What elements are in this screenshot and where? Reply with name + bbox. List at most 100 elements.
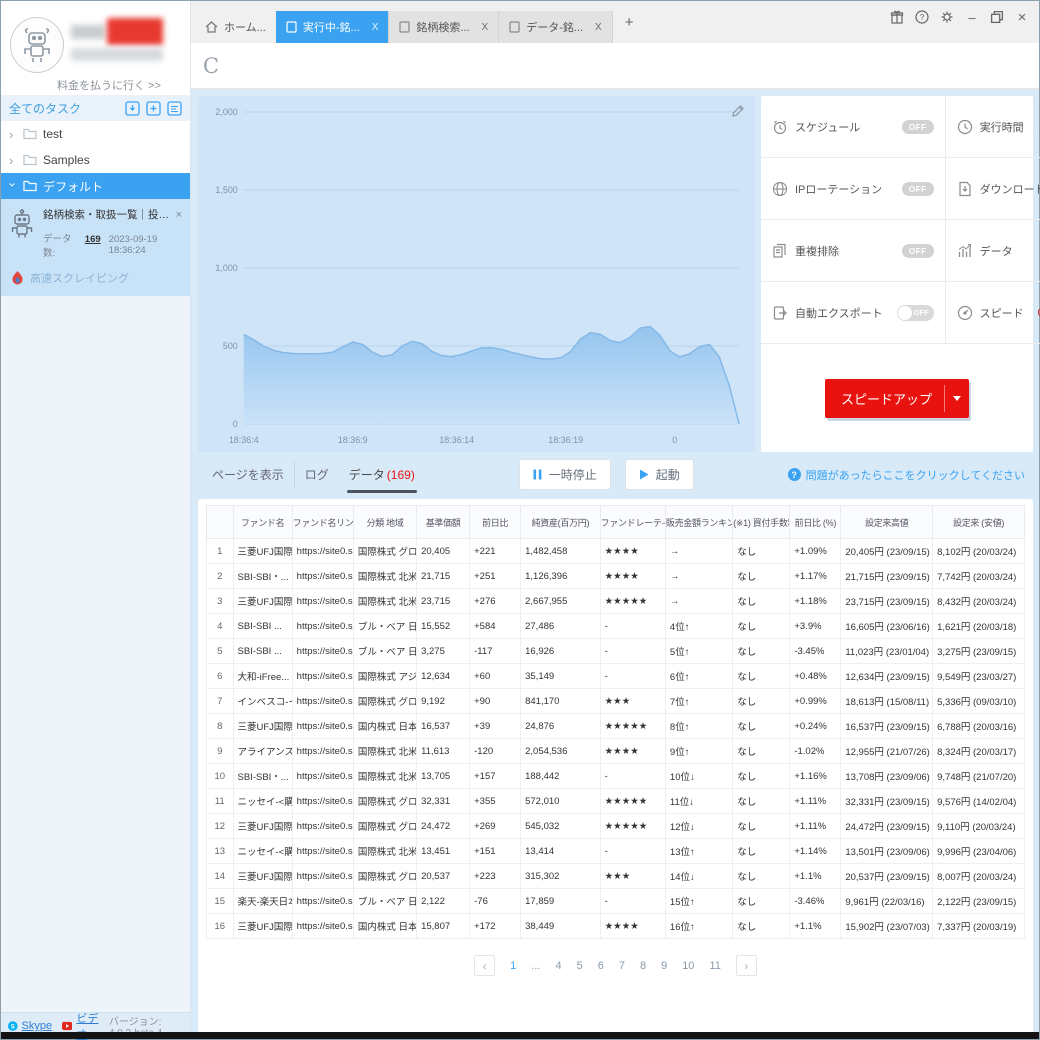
table-row[interactable]: 2SBI-SBI・...https://site0.sbisec...国際株式 … [206, 563, 1025, 589]
tab-close-icon[interactable]: X [595, 22, 602, 33]
table-cell: 3,275 [416, 638, 471, 664]
gift-icon[interactable] [890, 10, 904, 24]
restore-button[interactable] [990, 10, 1004, 24]
table-row[interactable]: 14三菱UFJ国際-...https://site0.sbisec...国際株式… [206, 863, 1025, 889]
add-task-icon[interactable] [146, 100, 161, 116]
table-cell: 6,788円 (20/03/16) [932, 713, 1025, 739]
table-cell: 国際株式 北米 [352, 738, 418, 764]
table-cell: 15,807 [416, 913, 471, 939]
page-next-button[interactable]: › [735, 955, 757, 976]
table-row[interactable]: 10SBI-SBI・...https://site0.sbisec...国際株式… [206, 763, 1025, 789]
settings-gear-icon[interactable] [940, 10, 954, 24]
table-cell: SBI-SBI ... [232, 613, 293, 639]
alarm-clock-icon [773, 120, 787, 134]
sidebar-folder-samples[interactable]: › Samples [1, 147, 190, 173]
help-icon[interactable]: ? [915, 10, 929, 24]
stat-label: 重複排除 [795, 245, 839, 258]
svg-text:0: 0 [672, 435, 677, 445]
table-row[interactable]: 5SBI-SBI ...https://site0.sbisec...ブル・ベア… [206, 638, 1025, 664]
auto-export-toggle[interactable]: OFF [896, 304, 934, 321]
tab-show-page[interactable]: ページを表示 [202, 460, 295, 489]
table-cell: 14位↓ [664, 863, 734, 889]
help-link[interactable]: ? 問題があったらここをクリックしてください [787, 467, 1029, 483]
table-cell: - [599, 888, 666, 914]
tab-data-active[interactable]: データ (169) [339, 461, 425, 493]
task-close-icon[interactable]: × [176, 209, 182, 221]
table-cell: 14 [206, 863, 234, 889]
page-prev-button[interactable]: ‹ [474, 955, 496, 976]
page-number[interactable]: 8 [640, 960, 646, 972]
table-row[interactable]: 9アライアンス-ア...https://site0.sbisec...国際株式 … [206, 738, 1025, 764]
task-card[interactable]: 銘柄検索・取扱一覧｜投資信託・外貨建M... × データ数: 169 2023-… [1, 199, 190, 297]
table-cell: +90 [469, 688, 522, 714]
table-cell: -3.46% [789, 888, 842, 914]
import-task-icon[interactable] [125, 100, 140, 116]
collapse-folders-icon[interactable] [167, 100, 182, 116]
tab-close-icon[interactable]: X [372, 22, 379, 33]
skype-link[interactable]: Skype [22, 1020, 53, 1032]
table-cell: 20,537円 (23/09/15) [840, 863, 934, 889]
table-cell: なし [732, 638, 791, 664]
dedupe-off-badge[interactable]: OFF [901, 243, 934, 258]
page-number[interactable]: 5 [577, 960, 583, 972]
sidebar-folder-default[interactable]: › デフォルト [1, 173, 190, 199]
table-cell: +60 [469, 663, 522, 689]
page-number[interactable]: 1 [510, 960, 516, 972]
close-button[interactable]: × [1015, 9, 1029, 26]
page-number[interactable]: 11 [709, 960, 720, 972]
table-row[interactable]: 8三菱UFJ国際-...https://site0.sbisec...国内株式 … [206, 713, 1025, 739]
schedule-off-badge[interactable]: OFF [901, 119, 934, 134]
folder-icon [23, 128, 37, 140]
tab-label: ホーム... [224, 22, 266, 34]
svg-text:2,000: 2,000 [215, 107, 237, 117]
refresh-spinner-icon[interactable]: C [203, 54, 219, 78]
table-row[interactable]: 6大和-iFree...https://site0.sbisec...国際株式 … [206, 663, 1025, 689]
page-number[interactable]: 7 [619, 960, 625, 972]
tab-data[interactable]: データ-銘... X [499, 11, 613, 43]
table-cell: ★★★★★ [599, 813, 666, 839]
table-cell: なし [732, 613, 791, 639]
page-number[interactable]: 9 [661, 960, 667, 972]
table-row[interactable]: 3三菱UFJ国際-...https://site0.sbisec...国際株式 … [206, 588, 1025, 614]
table-row[interactable]: 16三菱UFJ国際-...https://site0.sbisec...国内株式… [206, 913, 1025, 939]
document-icon [509, 21, 520, 33]
table-row[interactable]: 15楽天-楽天日本株...https://site0.sbisec...ブル・ベ… [206, 888, 1025, 914]
tab-close-icon[interactable]: X [482, 22, 489, 33]
table-cell: 23,715 [416, 588, 471, 614]
table-cell: 15,552 [416, 613, 471, 639]
table-row[interactable]: 12三菱UFJ国際-...https://site0.sbisec...国際株式… [206, 813, 1025, 839]
table-cell: +172 [469, 913, 522, 939]
toolbar: C [191, 43, 1039, 89]
page-number[interactable]: 10 [682, 960, 694, 972]
page-number[interactable]: 6 [598, 960, 604, 972]
sidebar-folder-test[interactable]: › test [1, 121, 190, 147]
pause-button[interactable]: 一時停止 [518, 459, 611, 490]
folder-name: test [43, 127, 63, 141]
minimize-button[interactable]: – [965, 10, 979, 25]
skype-icon: S [8, 1021, 18, 1031]
tab-running-task[interactable]: 実行中-銘... X [275, 11, 390, 43]
table-row[interactable]: 7インベスコ-イン...https://site0.sbisec...国際株式 … [206, 688, 1025, 714]
edit-pencil-icon[interactable] [731, 104, 745, 118]
new-tab-button[interactable]: + [613, 14, 646, 31]
table-row[interactable]: 4SBI-SBI ...https://site0.sbisec...ブル・ベア… [206, 613, 1025, 639]
speedup-dropdown-arrow[interactable] [945, 379, 969, 418]
avatar[interactable] [10, 17, 64, 73]
table-row[interactable]: 11ニッセイ-<購入...https://site0.sbisec...国際株式… [206, 788, 1025, 814]
start-button[interactable]: 起動 [624, 459, 694, 490]
table-cell: 大和-iFree... [232, 663, 293, 689]
speedup-button[interactable]: スピードアップ [824, 378, 969, 418]
tab-stock-search[interactable]: 銘柄検索... X [389, 11, 500, 43]
tab-home[interactable]: ホーム... [195, 11, 276, 43]
table-row[interactable]: 13ニッセイ-<購入...https://site0.sbisec...国際株式… [206, 838, 1025, 864]
folder-name: デフォルト [43, 179, 104, 194]
ip-rotation-off-badge[interactable]: OFF [901, 181, 934, 196]
stat-data: データ 169 [945, 220, 1040, 282]
pay-link[interactable]: 料金を払うに行く >> [57, 77, 161, 93]
table-cell: +1.11% [789, 788, 842, 814]
page-number[interactable]: 4 [555, 960, 561, 972]
tab-log[interactable]: ログ [295, 461, 339, 489]
table-cell: https://site0.sbisec... [291, 838, 354, 864]
task-data-count[interactable]: 169 [85, 234, 101, 245]
table-row[interactable]: 1三菱UFJ国際-...https://site0.sbisec...国際株式 … [206, 538, 1025, 564]
